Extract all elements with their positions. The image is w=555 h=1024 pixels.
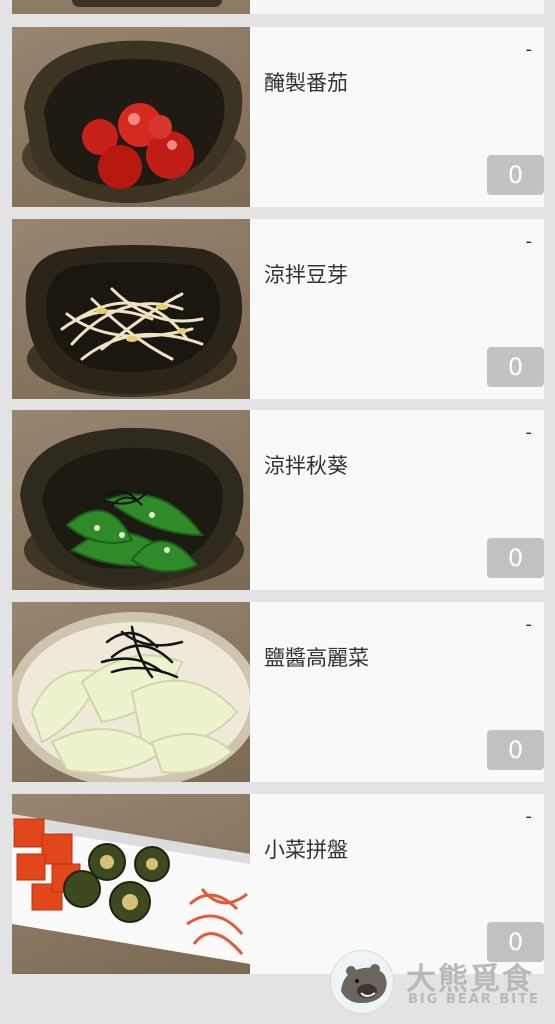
menu-item-name: 涼拌豆芽 [264, 263, 348, 287]
quantity-button[interactable]: 0 [487, 155, 544, 195]
menu-item-price: - [525, 422, 533, 443]
menu-item-image [12, 410, 250, 590]
menu-item-card[interactable]: 涼拌秋葵 - 0 [12, 410, 544, 590]
menu-item-image [12, 27, 250, 207]
menu-item-card[interactable]: 小菜拼盤 - 0 [12, 794, 544, 974]
previous-item-image [12, 0, 250, 14]
menu-item-price: - [525, 806, 533, 827]
menu-item-card[interactable]: 醃製番茄 - 0 [12, 27, 544, 207]
watermark: 大熊覓食 BIG BEAR BITE [330, 950, 540, 1014]
quantity-button[interactable]: 0 [487, 347, 544, 387]
menu-item-name: 鹽醬高麗菜 [264, 646, 369, 670]
quantity-button[interactable]: 0 [487, 538, 544, 578]
watermark-subtitle: BIG BEAR BITE [408, 992, 540, 1007]
menu-item-price: - [525, 231, 533, 252]
previous-item-card-partial [12, 0, 544, 14]
menu-item-card[interactable]: 鹽醬高麗菜 - 0 [12, 602, 544, 782]
menu-item-image [12, 602, 250, 782]
menu-item-price: - [525, 614, 533, 635]
menu-item-name: 涼拌秋葵 [264, 454, 348, 478]
menu-item-name: 醃製番茄 [264, 71, 348, 95]
menu-item-name: 小菜拼盤 [264, 838, 348, 862]
quantity-button[interactable]: 0 [487, 730, 544, 770]
menu-item-image [12, 794, 250, 974]
menu-item-image [12, 219, 250, 399]
menu-item-card[interactable]: 涼拌豆芽 - 0 [12, 219, 544, 399]
menu-item-price: - [525, 39, 533, 60]
bear-logo-icon [330, 950, 394, 1014]
